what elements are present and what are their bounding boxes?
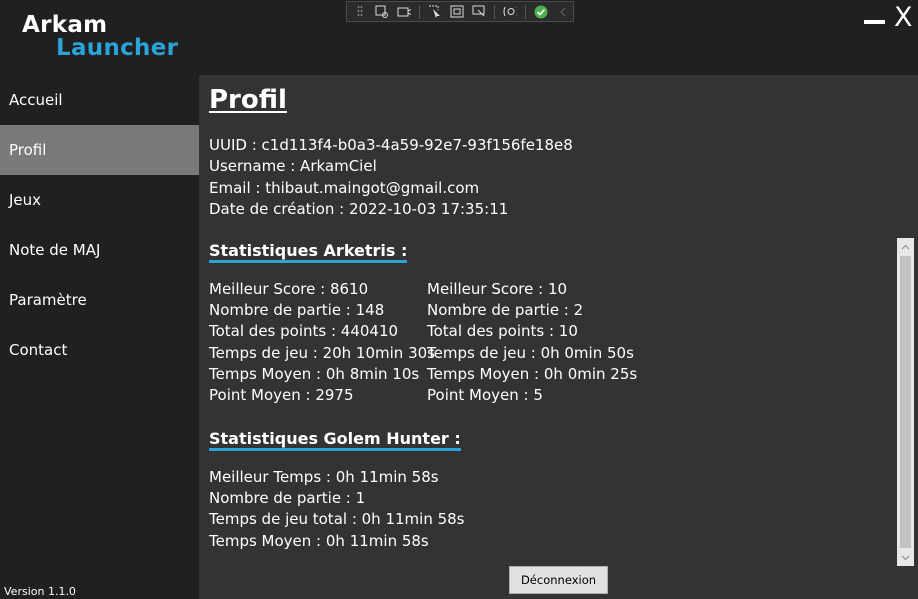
sidebar-item-accueil[interactable]: Accueil — [0, 75, 199, 125]
sidebar-item-parametre[interactable]: Paramètre — [0, 275, 199, 325]
toolbar-separator — [494, 4, 495, 19]
stat-line: Meilleur Score : 8610 — [209, 280, 369, 298]
stat-line: Nombre de partie : 1 — [209, 489, 366, 508]
stat-line: Temps de jeu : 20h 10min 30s — [209, 343, 435, 362]
minimize-button[interactable] — [864, 20, 885, 24]
logo-text-launcher: Launcher — [56, 35, 179, 61]
toolbar-separator — [419, 4, 420, 19]
profile-info: UUID : c1d113f4-b0a3-4a59-92e7-93f156fe1… — [209, 135, 573, 220]
debug-toolbar — [346, 1, 574, 22]
video-icon[interactable] — [397, 5, 411, 18]
stat-line: Nombre de partie : 2 — [427, 301, 584, 320]
vertical-scrollbar[interactable] — [897, 238, 914, 566]
stat-line: Temps Moyen : 0h 11min 58s — [209, 531, 429, 550]
check-status-icon[interactable] — [534, 5, 548, 18]
stat-line: Point Moyen : 2975 — [209, 386, 354, 405]
stat-line: Temps de jeu : 0h 0min 50s — [427, 343, 634, 362]
grip-icon[interactable] — [353, 5, 367, 18]
scrollbar-thumb[interactable] — [900, 256, 911, 548]
scroll-down-icon[interactable] — [897, 549, 914, 566]
sidebar: Accueil Profil Jeux Note de MAJ Paramètr… — [0, 75, 199, 375]
version-label: Version 1.1.0 — [4, 585, 76, 598]
golem-heading: Statistiques Golem Hunter : — [209, 429, 461, 451]
creation-date-text: Date de création : 2022-10-03 17:35:11 — [209, 199, 509, 218]
stat-line: Nombre de partie : 148 — [209, 301, 385, 320]
username-text: Username : ArkamCiel — [209, 157, 377, 176]
profile-panel: Profil UUID : c1d113f4-b0a3-4a59-92e7-93… — [199, 75, 918, 599]
golem-stats: Meilleur Temps : 0h 11min 58s Nombre de … — [209, 467, 465, 552]
scroll-up-icon[interactable] — [897, 238, 914, 255]
section-title-arketris: Statistiques Arketris : — [209, 241, 408, 263]
sidebar-item-profil[interactable]: Profil — [0, 125, 199, 175]
stat-line: Point Moyen : 5 — [427, 386, 543, 405]
close-button[interactable]: X — [894, 3, 913, 33]
display-layout-icon[interactable] — [450, 5, 464, 18]
uuid-text: UUID : c1d113f4-b0a3-4a59-92e7-93f156fe1… — [209, 136, 573, 154]
sidebar-item-contact[interactable]: Contact — [0, 325, 199, 375]
arketris-stats-column-1: Meilleur Score : 8610 Nombre de partie :… — [209, 279, 435, 406]
stat-line: Meilleur Temps : 0h 11min 58s — [209, 468, 439, 486]
stat-line: Total des points : 10 — [427, 322, 578, 341]
sidebar-item-jeux[interactable]: Jeux — [0, 175, 199, 225]
inspect-tree-icon[interactable] — [375, 5, 389, 18]
select-element-icon[interactable] — [428, 5, 442, 18]
stat-line: Temps Moyen : 0h 8min 10s — [209, 364, 420, 383]
stat-line: Temps Moyen : 0h 0min 25s — [427, 364, 638, 383]
stat-line: Temps de jeu total : 0h 11min 58s — [209, 510, 465, 529]
sidebar-item-note-de-maj[interactable]: Note de MAJ — [0, 225, 199, 275]
app-logo: Arkam Launcher — [22, 14, 178, 60]
toolbar-separator — [525, 4, 526, 19]
page-title: Profil — [209, 85, 287, 115]
arketris-stats-column-2: Meilleur Score : 10 Nombre de partie : 2… — [427, 279, 637, 406]
arketris-heading: Statistiques Arketris : — [209, 241, 408, 263]
stat-line: Meilleur Score : 10 — [427, 280, 568, 298]
hot-reload-icon[interactable] — [503, 5, 517, 18]
stat-line: Total des points : 440410 — [209, 322, 399, 341]
email-text: Email : thibaut.maingot@gmail.com — [209, 178, 480, 197]
collapse-chevron-icon[interactable] — [556, 5, 570, 18]
track-focus-icon[interactable] — [472, 5, 486, 18]
section-title-golem-hunter: Statistiques Golem Hunter : — [209, 429, 461, 451]
logout-button[interactable]: Déconnexion — [509, 566, 608, 594]
